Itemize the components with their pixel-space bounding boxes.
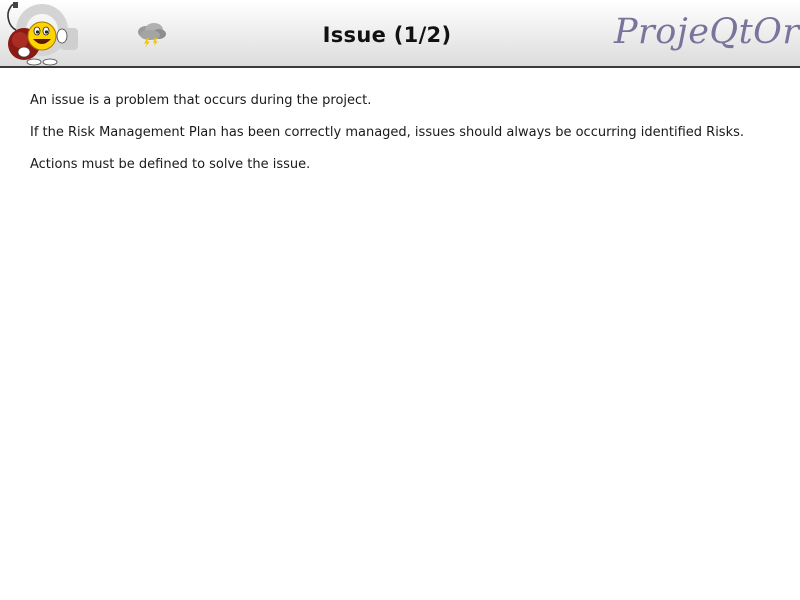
slide-content: An issue is a problem that occurs during… (30, 92, 790, 188)
brand-logo: ProjeQtOr (614, 12, 800, 52)
paragraph-actions: Actions must be defined to solve the iss… (30, 157, 311, 172)
paragraph-risk-plan: If the Risk Management Plan has been cor… (30, 125, 745, 140)
header-bar: Issue (1/2) ProjeQtOr (0, 0, 800, 68)
paragraph-definition: An issue is a problem that occurs during… (30, 93, 372, 108)
